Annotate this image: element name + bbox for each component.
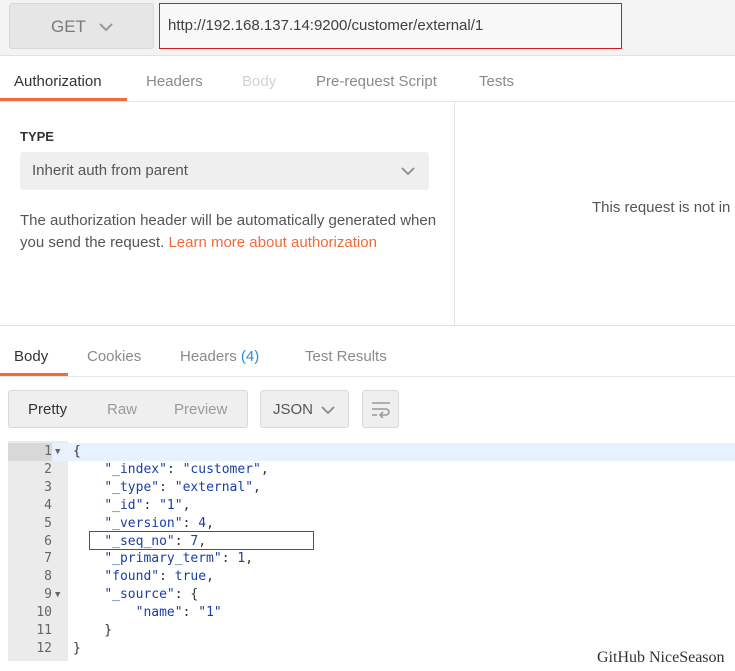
code-line: 7 "_primary_term": 1, <box>8 550 735 568</box>
code-text: "_id": "1", <box>104 497 191 513</box>
wrap-lines-button[interactable] <box>362 390 399 428</box>
code-line: 2 "_index": "customer", <box>8 461 735 479</box>
tab-pre-request-script[interactable]: Pre-request Script <box>316 73 437 90</box>
raw-button[interactable]: Raw <box>107 401 137 418</box>
code-text: "name": "1" <box>135 605 222 621</box>
code-text: "_primary_term": 1, <box>104 551 254 567</box>
code-line: 1 ▼ { <box>8 443 735 461</box>
request-tabs: Authorization Headers Body Pre-request S… <box>0 64 735 102</box>
fold-arrow-icon[interactable]: ▼ <box>55 586 65 604</box>
line-number: 3 <box>44 479 52 495</box>
method-label: GET <box>51 17 86 36</box>
auth-type-value: Inherit auth from parent <box>32 162 188 179</box>
fold-arrow-icon[interactable]: ▼ <box>55 443 65 461</box>
line-number: 9 <box>44 587 52 603</box>
tab-tests[interactable]: Tests <box>479 73 514 90</box>
tab-response-body[interactable]: Body <box>14 348 48 365</box>
seq-no-highlight <box>89 531 314 550</box>
code-text: "_index": "customer", <box>104 461 269 477</box>
code-text: } <box>73 640 81 656</box>
line-number: 8 <box>44 569 52 585</box>
code-text: "_source": { <box>104 587 199 603</box>
request-bar: GET http://192.168.137.14:9200/customer/… <box>0 0 735 56</box>
code-text: { <box>73 444 81 459</box>
code-line: 10 "name": "1" <box>8 604 735 622</box>
line-number: 10 <box>36 605 52 621</box>
line-number: 4 <box>44 497 52 513</box>
format-select[interactable]: JSON <box>260 390 349 428</box>
line-number: 12 <box>36 640 52 656</box>
chevron-down-icon <box>321 406 335 415</box>
auth-info-panel: This request is not in <box>456 102 735 325</box>
watermark: GitHub NiceSeason <box>597 649 725 666</box>
line-number: 2 <box>44 461 52 477</box>
code-text: "_version": 4, <box>104 515 214 531</box>
view-mode-group: Pretty Raw Preview <box>8 390 248 428</box>
code-text: "_type": "external", <box>104 479 261 495</box>
chevron-down-icon <box>99 23 113 32</box>
preview-button[interactable]: Preview <box>174 401 227 418</box>
code-line: 9 ▼ "_source": { <box>8 586 735 604</box>
pretty-button[interactable]: Pretty <box>28 401 67 418</box>
response-tabs: Body Cookies Headers (4) Test Results <box>0 325 735 377</box>
url-input[interactable]: http://192.168.137.14:9200/customer/exte… <box>159 3 622 49</box>
authorization-panel: TYPE Inherit auth from parent The author… <box>0 102 455 325</box>
response-code-viewer[interactable]: 1 ▼{2 "_index": "customer", 3 "_type": "ex… <box>8 441 735 671</box>
tab-response-headers[interactable]: Headers (4) <box>180 348 259 365</box>
code-line: 4 "_id": "1", <box>8 497 735 515</box>
code-text: "found": true, <box>104 569 214 585</box>
code-text: } <box>73 623 113 638</box>
code-line: 3 "_type": "external", <box>8 479 735 497</box>
line-number: 11 <box>36 623 52 638</box>
code-line: 11 } <box>8 622 735 640</box>
method-select[interactable]: GET <box>9 3 154 49</box>
tab-cookies[interactable]: Cookies <box>87 348 141 365</box>
format-value: JSON <box>273 401 314 418</box>
code-line: 5 "_version": 4, <box>8 515 735 533</box>
active-tab-indicator <box>0 98 127 101</box>
tab-headers[interactable]: Headers <box>146 73 203 90</box>
code-line: 8 "found": true, <box>8 568 735 586</box>
tab-authorization[interactable]: Authorization <box>14 73 102 90</box>
type-label: TYPE <box>20 129 54 144</box>
tab-test-results[interactable]: Test Results <box>305 348 387 365</box>
wrap-lines-icon <box>372 402 390 418</box>
auth-type-select[interactable]: Inherit auth from parent <box>20 152 429 190</box>
line-number: 6 <box>44 533 52 549</box>
auth-description: The authorization header will be automat… <box>20 210 440 254</box>
tab-body[interactable]: Body <box>242 73 276 90</box>
url-text: http://192.168.137.14:9200/customer/exte… <box>168 17 484 34</box>
auth-info-message: This request is not in <box>592 199 731 216</box>
learn-more-link[interactable]: Learn more about authorization <box>168 234 376 251</box>
line-number: 1 <box>8 443 52 461</box>
active-response-tab-indicator <box>0 373 68 376</box>
headers-count: (4) <box>240 348 260 365</box>
tab-response-headers-label: Headers <box>180 348 237 365</box>
chevron-down-icon <box>401 167 415 176</box>
line-number: 5 <box>44 515 52 531</box>
line-number: 7 <box>44 551 52 567</box>
